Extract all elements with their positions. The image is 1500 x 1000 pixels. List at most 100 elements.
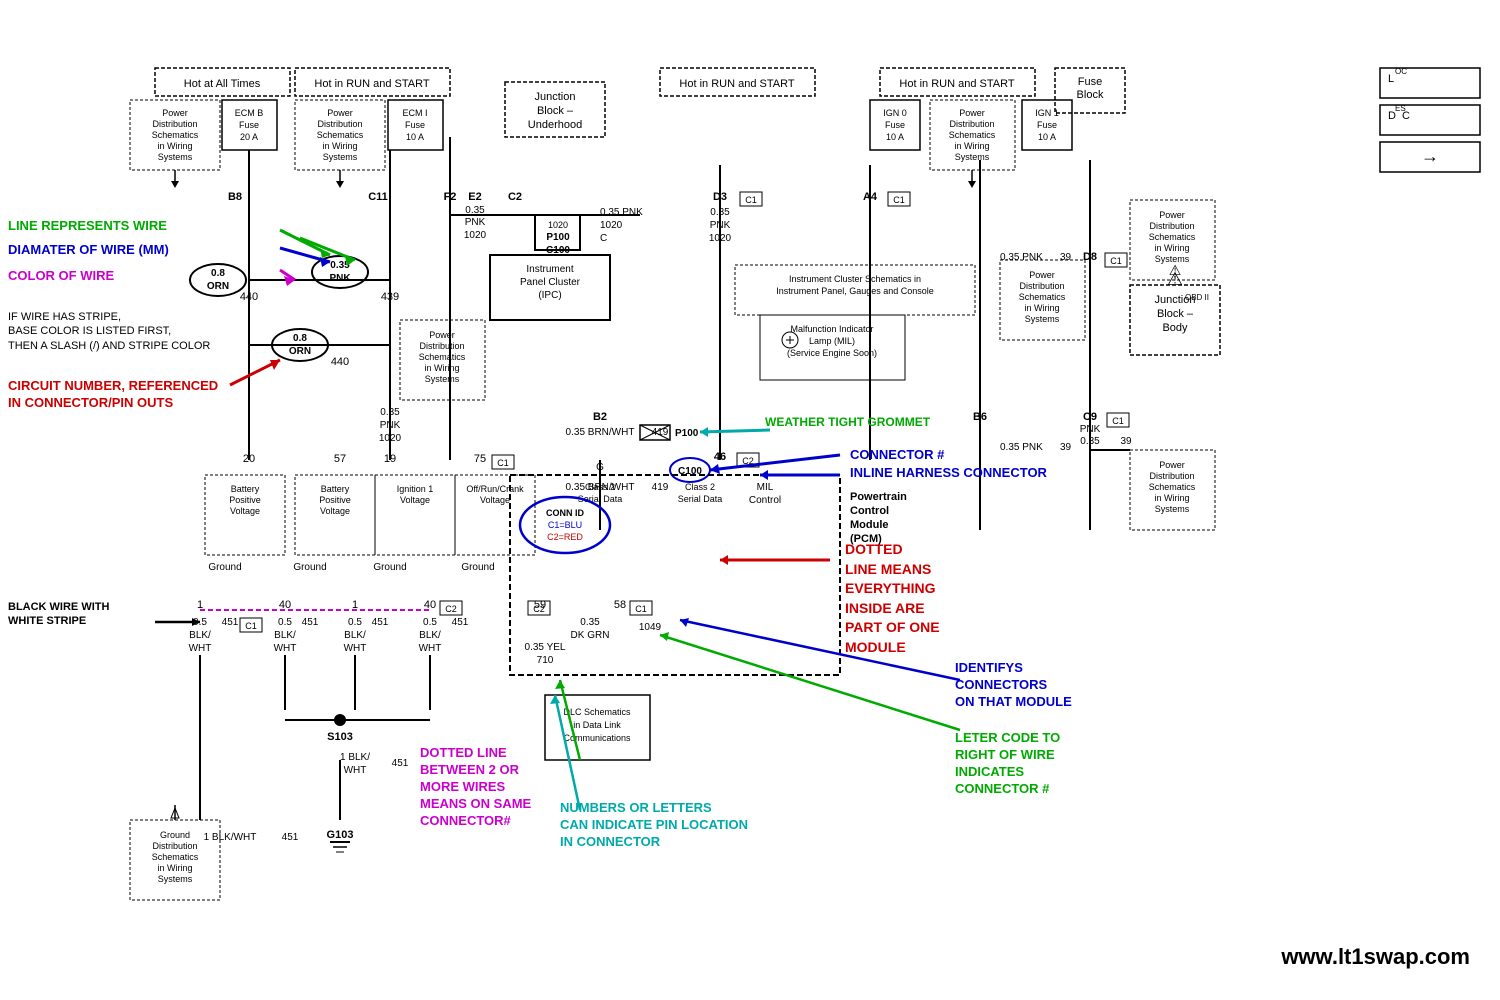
svg-text:Instrument Panel, Gauges and C: Instrument Panel, Gauges and Console bbox=[776, 286, 934, 296]
svg-text:Hot in RUN and START: Hot in RUN and START bbox=[679, 78, 794, 90]
svg-text:Off/Run/Crank: Off/Run/Crank bbox=[466, 484, 524, 494]
svg-text:Positive: Positive bbox=[229, 495, 261, 505]
svg-text:Positive: Positive bbox=[319, 495, 351, 505]
svg-text:Distribution: Distribution bbox=[419, 341, 464, 351]
svg-text:C11: C11 bbox=[368, 191, 388, 203]
svg-text:Serial Data: Serial Data bbox=[678, 494, 723, 504]
svg-text:Power: Power bbox=[429, 330, 455, 340]
svg-text:⚠: ⚠ bbox=[1167, 269, 1183, 289]
svg-text:DK GRN: DK GRN bbox=[571, 630, 610, 641]
svg-text:10 A: 10 A bbox=[1038, 132, 1056, 142]
svg-text:Battery: Battery bbox=[231, 484, 260, 494]
svg-text:Block –: Block – bbox=[1157, 308, 1194, 320]
svg-text:Systems: Systems bbox=[955, 152, 990, 162]
wiring-diagram: Hot at All Times Hot in RUN and START Ho… bbox=[0, 0, 1500, 1000]
svg-text:Power: Power bbox=[162, 108, 188, 118]
svg-text:C1=BLU: C1=BLU bbox=[548, 520, 582, 530]
svg-text:Control: Control bbox=[749, 495, 781, 506]
svg-text:Control: Control bbox=[850, 505, 889, 517]
svg-text:PNK: PNK bbox=[380, 420, 401, 431]
svg-text:CONN ID: CONN ID bbox=[546, 508, 585, 518]
svg-text:C2: C2 bbox=[445, 604, 457, 614]
svg-text:Systems: Systems bbox=[425, 374, 460, 384]
svg-text:Class 2: Class 2 bbox=[585, 482, 615, 492]
svg-text:Ground: Ground bbox=[373, 562, 406, 573]
svg-text:BLK/: BLK/ bbox=[419, 630, 441, 641]
svg-text:57: 57 bbox=[334, 453, 346, 465]
svg-text:1049: 1049 bbox=[639, 622, 662, 633]
svg-text:in Wiring: in Wiring bbox=[1024, 303, 1059, 313]
svg-text:IGN 1: IGN 1 bbox=[1035, 108, 1059, 118]
svg-text:BLK/: BLK/ bbox=[344, 630, 366, 641]
svg-text:→: → bbox=[1421, 146, 1439, 166]
svg-text:Ground: Ground bbox=[160, 830, 190, 840]
svg-text:in Wiring: in Wiring bbox=[1154, 243, 1189, 253]
svg-text:Distribution: Distribution bbox=[317, 119, 362, 129]
svg-text:20: 20 bbox=[243, 453, 255, 465]
svg-text:G: G bbox=[596, 462, 604, 473]
svg-text:Distribution: Distribution bbox=[949, 119, 994, 129]
svg-text:C1: C1 bbox=[497, 458, 509, 468]
svg-text:IGN 0: IGN 0 bbox=[883, 108, 907, 118]
svg-text:OBD II: OBD II bbox=[1185, 293, 1209, 302]
svg-text:Voltage: Voltage bbox=[230, 506, 260, 516]
svg-text:E2: E2 bbox=[468, 191, 481, 203]
svg-text:Panel Cluster: Panel Cluster bbox=[520, 277, 581, 288]
svg-text:BLK/: BLK/ bbox=[189, 630, 211, 641]
svg-text:Underhood: Underhood bbox=[528, 119, 582, 131]
inline-harness-label: INLINE HARNESS CONNECTOR bbox=[850, 465, 1047, 482]
line-represents-wire-label: LINE REPRESENTS WIRE bbox=[8, 218, 167, 235]
svg-text:Power: Power bbox=[959, 108, 985, 118]
svg-text:F2: F2 bbox=[444, 191, 457, 203]
svg-text:Lamp (MIL): Lamp (MIL) bbox=[809, 336, 855, 346]
svg-text:WHT: WHT bbox=[344, 643, 367, 654]
svg-text:Distribution: Distribution bbox=[1149, 471, 1194, 481]
svg-text:Power: Power bbox=[1029, 270, 1055, 280]
svg-text:WHT: WHT bbox=[419, 643, 442, 654]
svg-text:419: 419 bbox=[652, 482, 669, 493]
svg-text:1020: 1020 bbox=[600, 220, 623, 231]
weather-tight-label: WEATHER TIGHT GROMMET bbox=[765, 415, 930, 431]
svg-text:1020: 1020 bbox=[464, 230, 487, 241]
svg-text:in Wiring: in Wiring bbox=[157, 863, 192, 873]
svg-text:BLK/: BLK/ bbox=[274, 630, 296, 641]
svg-text:ORN: ORN bbox=[289, 346, 311, 357]
svg-text:OC: OC bbox=[1395, 67, 1407, 76]
svg-text:Class 2: Class 2 bbox=[685, 482, 715, 492]
svg-text:Fuse: Fuse bbox=[1037, 120, 1057, 130]
diameter-of-wire-label: DIAMATER OF WIRE (MM) bbox=[8, 242, 169, 259]
svg-text:S103: S103 bbox=[327, 731, 353, 743]
svg-text:0.35 YEL: 0.35 YEL bbox=[525, 642, 566, 653]
dotted-line-red-label: DOTTEDLINE MEANSEVERYTHINGINSIDE AREPART… bbox=[845, 540, 940, 658]
svg-text:Junction: Junction bbox=[535, 91, 576, 103]
svg-text:451: 451 bbox=[282, 832, 299, 843]
svg-text:B2: B2 bbox=[593, 411, 607, 423]
svg-text:39: 39 bbox=[1060, 252, 1072, 263]
svg-text:ECM I: ECM I bbox=[402, 108, 427, 118]
svg-text:39: 39 bbox=[1060, 442, 1072, 453]
svg-text:1 BLK/WHT: 1 BLK/WHT bbox=[204, 832, 257, 843]
svg-text:1020: 1020 bbox=[548, 220, 568, 230]
svg-text:10 A: 10 A bbox=[886, 132, 904, 142]
svg-text:Body: Body bbox=[1162, 322, 1188, 334]
svg-text:440: 440 bbox=[331, 356, 349, 368]
svg-text:Schematics: Schematics bbox=[949, 130, 996, 140]
svg-text:Schematics: Schematics bbox=[1149, 482, 1196, 492]
svg-text:440: 440 bbox=[240, 291, 258, 303]
svg-text:1020: 1020 bbox=[379, 433, 402, 444]
svg-text:WHT: WHT bbox=[344, 765, 367, 776]
svg-text:Schematics: Schematics bbox=[152, 130, 199, 140]
svg-text:B8: B8 bbox=[228, 191, 242, 203]
svg-text:0.35: 0.35 bbox=[580, 617, 600, 628]
svg-text:Schematics: Schematics bbox=[1019, 292, 1066, 302]
svg-text:0.5: 0.5 bbox=[348, 617, 362, 628]
svg-text:19: 19 bbox=[384, 453, 396, 465]
svg-text:Ground: Ground bbox=[461, 562, 494, 573]
svg-text:PNK: PNK bbox=[465, 217, 486, 228]
svg-text:Block: Block bbox=[1077, 89, 1104, 101]
svg-text:Voltage: Voltage bbox=[320, 506, 350, 516]
main-container: Hot at All Times Hot in RUN and START Ho… bbox=[0, 0, 1500, 1000]
svg-text:Systems: Systems bbox=[1155, 504, 1190, 514]
svg-text:58: 58 bbox=[614, 599, 626, 611]
svg-text:Schematics: Schematics bbox=[317, 130, 364, 140]
